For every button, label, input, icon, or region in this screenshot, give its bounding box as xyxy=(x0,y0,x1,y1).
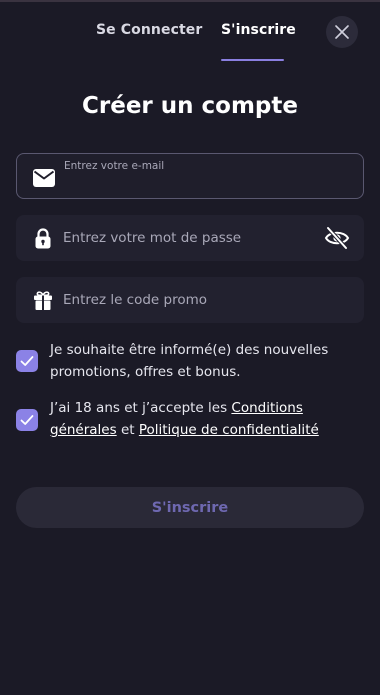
close-button[interactable] xyxy=(326,16,358,48)
email-field[interactable]: Entrez votre e-mail xyxy=(16,153,364,199)
newsletter-text: Je souhaite être informé(e) des nouvelle… xyxy=(50,342,329,380)
terms-text-middle: et xyxy=(116,422,139,438)
terms-text: J’ai 18 ans et j’accepte les Conditions … xyxy=(50,397,360,441)
register-submit-button[interactable]: S'inscrire xyxy=(16,487,364,528)
terms-checkbox[interactable] xyxy=(16,409,38,431)
terms-text-prefix: J’ai 18 ans et j’accepte les xyxy=(50,400,232,416)
tab-register[interactable]: S'inscrire xyxy=(221,22,296,38)
email-input[interactable] xyxy=(64,166,324,198)
lock-icon xyxy=(35,228,51,249)
promo-code-field[interactable] xyxy=(16,277,364,323)
gift-icon xyxy=(34,291,52,310)
page-title: Créer un compte xyxy=(82,93,298,119)
envelope-icon xyxy=(33,169,55,187)
checkmark-icon xyxy=(20,356,34,366)
tab-login[interactable]: Se Connecter xyxy=(96,22,202,38)
active-tab-indicator xyxy=(221,59,284,61)
eye-off-icon[interactable] xyxy=(324,226,350,250)
promo-code-input[interactable] xyxy=(63,277,323,323)
auth-tabs: Se Connecter S'inscrire xyxy=(0,0,380,62)
checkmark-icon xyxy=(20,415,34,425)
password-input[interactable] xyxy=(63,215,323,261)
password-field[interactable] xyxy=(16,215,364,261)
close-icon xyxy=(335,25,349,39)
privacy-policy-link[interactable]: Politique de confidentialité xyxy=(139,422,319,438)
newsletter-checkbox[interactable] xyxy=(16,350,38,372)
